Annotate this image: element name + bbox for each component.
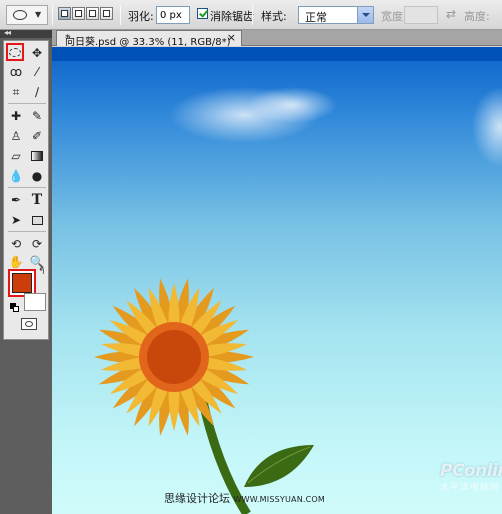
new-selection-button[interactable] <box>58 7 71 20</box>
path-selection-tool[interactable]: ➤ <box>7 211 25 229</box>
gradient-icon <box>31 151 43 161</box>
background-color-swatch[interactable] <box>24 293 46 311</box>
dodge-tool[interactable]: ● <box>28 167 46 185</box>
blur-icon: 💧 <box>8 169 24 183</box>
elliptical-marquee-tool[interactable] <box>6 43 24 61</box>
quick-mask-button[interactable] <box>21 318 37 330</box>
divider <box>52 5 53 25</box>
foreground-color-swatch[interactable] <box>12 273 32 293</box>
width-label: 宽度: <box>381 10 407 23</box>
antialias-checkbox[interactable] <box>197 8 208 19</box>
forum-watermark: 思缘设计论坛 WWW.MISSYUAN.COM <box>164 492 326 505</box>
rectangle-tool[interactable] <box>28 211 46 229</box>
document-tab-bar: 向日葵.psd @ 33.3% (11, RGB/8*) * × <box>52 30 502 48</box>
tools-panel: ✥ ꝏ ⁄ ⌗ ∕ ✚ ✎ ♙ ✐ ▱ 💧 ● ✒ T ➤ ⟲ ⟳ ✋ 🔍 ↰ <box>3 40 49 340</box>
height-label: 高度: <box>464 10 490 23</box>
toolbox-header[interactable]: ◂◂ <box>0 28 52 38</box>
subtract-from-selection-button[interactable] <box>86 7 99 20</box>
3d-rotate-icon: ⟲ <box>10 237 22 251</box>
add-to-selection-button[interactable] <box>72 7 85 20</box>
style-label: 样式: <box>261 10 287 23</box>
quick-mask-icon <box>25 321 33 327</box>
brush-tool[interactable]: ✎ <box>28 107 46 125</box>
swap-colors-icon[interactable]: ↰ <box>38 267 46 277</box>
options-bar: ▼ 羽化: 消除锯齿 样式: 正常 宽度: ⇄ 高度: <box>0 0 502 30</box>
blur-tool[interactable]: 💧 <box>7 167 25 185</box>
flower-center <box>147 330 201 384</box>
path-selection-icon: ➤ <box>10 213 22 227</box>
type-icon: T <box>31 192 43 208</box>
toolbox: ◂◂ ✥ ꝏ ⁄ ⌗ ∕ ✚ ✎ ♙ ✐ ▱ 💧 ● ✒ T ➤ ⟲ ⟳ ✋ 🔍… <box>0 28 52 514</box>
dodge-icon: ● <box>31 169 43 183</box>
pconline-watermark: PConline <box>440 461 502 481</box>
type-tool[interactable]: T <box>28 191 46 209</box>
crop-tool[interactable]: ⌗ <box>7 83 25 101</box>
cloud <box>472 87 502 167</box>
history-brush-tool[interactable]: ✐ <box>28 127 46 145</box>
eyedropper-icon: ∕ <box>34 85 40 99</box>
brush-icon: ✎ <box>31 109 43 123</box>
collapse-icon: ◂◂ <box>4 28 11 37</box>
eyedropper-tool[interactable]: ∕ <box>28 83 46 101</box>
swap-dimensions-icon: ⇄ <box>446 7 457 21</box>
crop-icon: ⌗ <box>12 84 20 99</box>
sunflower-artwork <box>94 87 502 514</box>
close-icon[interactable]: × <box>227 31 236 44</box>
history-brush-icon: ✐ <box>31 129 43 143</box>
healing-brush-icon: ✚ <box>10 109 22 123</box>
document-canvas[interactable]: PConline 太平洋电脑网 思缘设计论坛 WWW.MISSYUAN.COM <box>52 47 502 514</box>
intersect-selection-button[interactable] <box>100 7 113 20</box>
clone-stamp-tool[interactable]: ♙ <box>7 127 25 145</box>
eraser-tool[interactable]: ▱ <box>7 147 25 165</box>
divider <box>8 103 46 104</box>
healing-brush-tool[interactable]: ✚ <box>7 107 25 125</box>
antialias-label: 消除锯齿 <box>210 10 254 23</box>
divider <box>8 187 46 188</box>
style-select[interactable]: 正常 <box>298 6 374 24</box>
tool-preset-picker[interactable]: ▼ <box>6 5 48 25</box>
pen-icon: ✒ <box>10 193 22 207</box>
cloud <box>247 87 337 123</box>
3d-orbit-tool[interactable]: ⟳ <box>28 235 46 253</box>
leaf <box>244 445 314 487</box>
chevron-down-icon: ▼ <box>35 10 42 19</box>
hand-icon: ✋ <box>8 255 24 269</box>
document-tab[interactable]: 向日葵.psd @ 33.3% (11, RGB/8*) * × <box>56 30 242 48</box>
width-input <box>404 6 438 24</box>
move-tool[interactable]: ✥ <box>28 44 46 62</box>
feather-input[interactable] <box>156 6 190 24</box>
clone-stamp-icon: ♙ <box>10 129 22 143</box>
divider <box>8 231 46 232</box>
divider <box>252 5 253 25</box>
chevron-down-icon <box>357 7 373 23</box>
lasso-icon: ꝏ <box>9 65 23 79</box>
3d-rotate-tool[interactable]: ⟲ <box>7 235 25 253</box>
divider <box>120 5 121 25</box>
feather-label: 羽化: <box>128 10 154 23</box>
move-icon: ✥ <box>31 46 43 60</box>
style-select-value: 正常 <box>305 11 327 24</box>
rectangle-icon <box>31 215 43 225</box>
elliptical-marquee-icon <box>13 10 27 20</box>
magic-wand-tool[interactable]: ⁄ <box>28 63 46 81</box>
lasso-tool[interactable]: ꝏ <box>7 63 25 81</box>
default-colors-icon[interactable] <box>10 303 19 312</box>
eraser-icon: ▱ <box>11 149 21 163</box>
3d-orbit-icon: ⟳ <box>31 237 43 251</box>
magic-wand-icon: ⁄ <box>35 65 38 79</box>
gradient-tool[interactable] <box>28 147 46 165</box>
elliptical-marquee-icon <box>9 47 21 57</box>
pconline-watermark-sub: 太平洋电脑网 <box>440 483 501 493</box>
pen-tool[interactable]: ✒ <box>7 191 25 209</box>
